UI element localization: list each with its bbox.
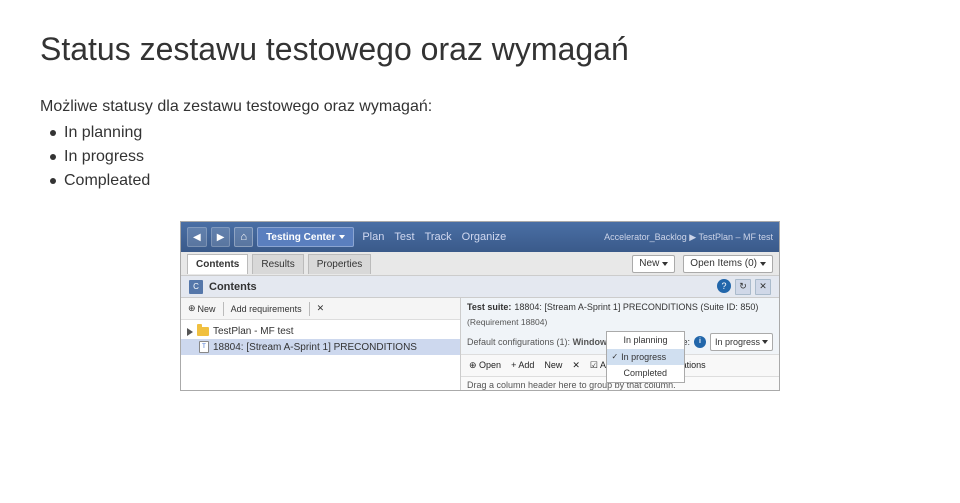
option-completed[interactable]: Completed (607, 365, 683, 382)
option-label: Completed (623, 367, 667, 380)
breadcrumb: Accelerator_Backlog ▶ TestPlan – MF test (604, 232, 773, 243)
contents-title: Contents (209, 281, 257, 293)
tree-item-testplan-label: TestPlan - MF test (213, 326, 294, 337)
home-button[interactable]: ⌂ (234, 227, 253, 247)
chevron-down-icon (339, 235, 345, 239)
state-dropdown[interactable]: In progress (710, 333, 773, 351)
new-tree-label: New (198, 304, 216, 314)
forward-button[interactable]: ▶ (211, 227, 231, 247)
open-items-label: Open Items (0) (690, 258, 757, 269)
option-in-planning[interactable]: In planning (607, 332, 683, 349)
nav-track[interactable]: Track (425, 231, 452, 243)
contents-icon: C (189, 280, 203, 294)
nav-links: Plan Test Track Organize (362, 231, 506, 243)
new-action-button[interactable]: New (540, 358, 566, 372)
toolbar-right: New Open Items (0) (632, 255, 773, 273)
list-item-progress: In progress (50, 148, 920, 166)
add-requirements-label: Add requirements (231, 304, 302, 314)
suite-id: 18804: [Stream A-Sprint 1] PRECONDITIONS… (514, 301, 758, 314)
tree-item-preconditions[interactable]: T 18804: [Stream A-Sprint 1] PRECONDITIO… (181, 339, 460, 355)
home-icon: ⌂ (240, 231, 247, 243)
help-icon[interactable]: ? (717, 279, 731, 293)
tab-results[interactable]: Results (252, 254, 303, 274)
testing-center-button[interactable]: Testing Center (257, 227, 354, 247)
delete-action-icon: ✕ (572, 360, 580, 371)
forward-icon: ▶ (217, 232, 225, 243)
add-button[interactable]: + Add (507, 358, 538, 372)
bullet-dot (50, 154, 56, 160)
vs-main-content: ⊕ New Add requirements ✕ TestPlan - MF t… (181, 298, 779, 391)
option-label: In planning (623, 334, 667, 347)
item-label: In progress (64, 148, 144, 166)
vs-navbar: ◀ ▶ ⌂ Testing Center Plan Test Track Org… (181, 222, 779, 252)
vs-toolbar: Contents Results Properties New Open Ite… (181, 252, 779, 276)
right-panel: Test suite: 18804: [Stream A-Sprint 1] P… (461, 298, 779, 391)
tab-contents-label: Contents (196, 259, 239, 270)
item-label: Compleated (64, 172, 150, 190)
new-button[interactable]: New (632, 255, 675, 273)
state-area: State: i In progress In planning ✓ In pr (666, 333, 773, 351)
open-items-button[interactable]: Open Items (0) (683, 255, 773, 273)
tree: TestPlan - MF test T 18804: [Stream A-Sp… (181, 320, 460, 359)
testing-center-label: Testing Center (266, 232, 335, 243)
list-item-planning: In planning (50, 124, 920, 142)
close-icon[interactable]: ✕ (755, 279, 771, 295)
subtitle: Możliwe statusy dla zestawu testowego or… (40, 98, 920, 116)
tree-item-testplan[interactable]: TestPlan - MF test (181, 324, 460, 339)
content-header: C Contents ? ↻ ✕ (181, 276, 779, 298)
right-panel-header: Test suite: 18804: [Stream A-Sprint 1] P… (461, 298, 779, 354)
open-label: ⊕ Open (469, 360, 501, 371)
checkmark-icon: ✓ (611, 351, 618, 362)
suite-label: Test suite: (467, 301, 511, 314)
bullet-dot (50, 178, 56, 184)
nav-test[interactable]: Test (394, 231, 414, 243)
content-icon-buttons: ? ↻ ✕ (717, 279, 771, 295)
tab-results-label: Results (261, 259, 294, 270)
delete-action-button[interactable]: ✕ (568, 358, 584, 373)
back-button[interactable]: ◀ (187, 227, 207, 247)
tab-contents[interactable]: Contents (187, 254, 248, 274)
item-label: In planning (64, 124, 142, 142)
bullet-list: In planning In progress Compleated (50, 124, 920, 190)
option-label: In progress (621, 351, 666, 364)
new-tree-icon: ⊕ (188, 303, 196, 314)
add-label: + Add (511, 360, 534, 370)
chevron-down-icon (662, 262, 668, 266)
separator (223, 302, 224, 316)
vs-screenshot: ◀ ▶ ⌂ Testing Center Plan Test Track Org… (180, 221, 780, 391)
delete-icon: ✕ (317, 303, 325, 314)
left-panel: ⊕ New Add requirements ✕ TestPlan - MF t… (181, 298, 461, 391)
main-content: Status zestawu testowego oraz wymagań Mo… (0, 0, 960, 206)
state-value: In progress (715, 336, 760, 349)
refresh-icon[interactable]: ↻ (735, 279, 751, 295)
chevron-down-icon (762, 340, 768, 344)
new-action-label: New (544, 360, 562, 370)
chevron-down-icon (760, 262, 766, 266)
delete-button[interactable]: ✕ (314, 302, 328, 315)
tab-properties-label: Properties (317, 259, 363, 270)
separator (309, 302, 310, 316)
open-button[interactable]: ⊕ Open (465, 358, 505, 373)
expand-icon (187, 328, 193, 336)
nav-plan[interactable]: Plan (362, 231, 384, 243)
tab-properties[interactable]: Properties (308, 254, 372, 274)
new-label: New (639, 258, 659, 269)
page-title: Status zestawu testowego oraz wymagań (40, 30, 920, 68)
new-tree-button[interactable]: ⊕ New (185, 302, 219, 315)
req-label: (Requirement 18804) (467, 317, 547, 329)
folder-icon (197, 327, 209, 336)
back-icon: ◀ (193, 232, 201, 243)
left-toolbar: ⊕ New Add requirements ✕ (181, 298, 460, 320)
doc-icon: T (199, 341, 209, 353)
bullet-dot (50, 130, 56, 136)
add-requirements-button[interactable]: Add requirements (228, 303, 305, 315)
option-in-progress[interactable]: ✓ In progress (607, 349, 683, 366)
list-item-completed: Compleated (50, 172, 920, 190)
state-badge: i (694, 336, 706, 348)
nav-organize[interactable]: Organize (462, 231, 507, 243)
tree-item-preconditions-label: 18804: [Stream A-Sprint 1] PRECONDITIONS (213, 342, 417, 353)
